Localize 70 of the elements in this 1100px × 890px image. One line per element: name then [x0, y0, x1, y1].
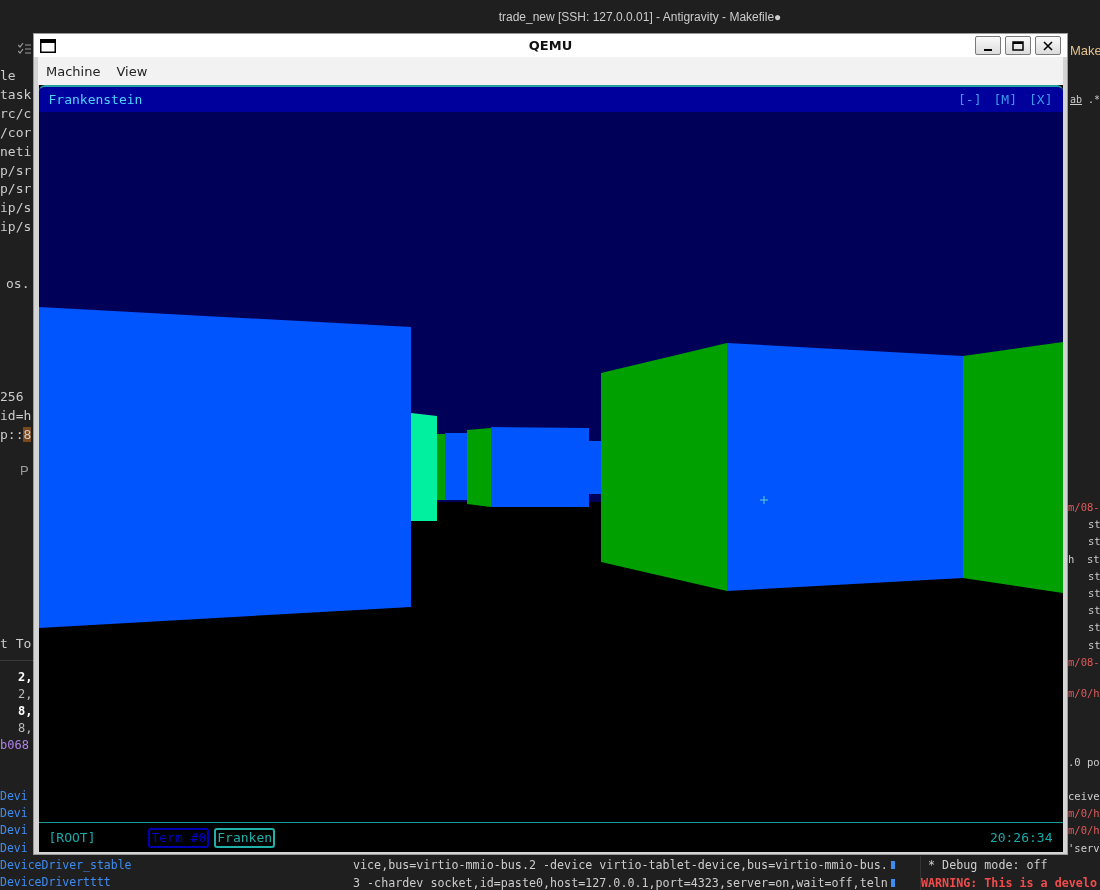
code-text: ceive — [1068, 789, 1100, 804]
code-text: /cor — [0, 123, 32, 142]
code-text: 8, — [18, 703, 33, 720]
window-title: QEMU — [528, 38, 573, 53]
code-text: ip/s — [0, 218, 32, 237]
code-text: neti — [0, 142, 32, 161]
code-text: st — [1087, 568, 1100, 584]
code-text: Devi — [0, 822, 28, 840]
code-text: id=h — [0, 406, 32, 425]
scroll-marker-icon — [890, 879, 895, 887]
clock: 20:26:34 — [989, 830, 1053, 845]
code-text: p/sr — [0, 161, 32, 180]
code-text: st — [1087, 603, 1100, 619]
terminal-line: WARNING: This is a develo — [921, 875, 1097, 890]
code-text: 'serv — [1068, 840, 1100, 856]
code-text: Devi — [0, 839, 28, 857]
code-text: st — [1087, 620, 1100, 636]
guest-window-control[interactable]: [M] — [993, 92, 1017, 107]
minimize-button[interactable] — [975, 36, 1001, 55]
window-icon — [40, 38, 56, 53]
code-text: ip/s — [0, 199, 32, 218]
code-text: 256 — [0, 388, 24, 406]
terminal-line: vice,bus=virtio-mmio-bus.2 -device virtio-tablet-device,bus=virtio-mmio-bus. — [353, 857, 888, 874]
panel-tab[interactable]: P — [20, 462, 29, 481]
close-icon — [1043, 40, 1053, 51]
code-text: task — [0, 85, 32, 104]
code-text: os. — [6, 275, 30, 293]
window-title: trade_new [SSH: 127.0.0.01] - Antigravity - Makefile● — [498, 9, 782, 24]
search-option[interactable]: .* — [1088, 94, 1100, 105]
code-text: m/0/h — [1068, 806, 1100, 822]
code-text: b068 — [0, 737, 29, 754]
menu-item[interactable]: Machine — [46, 63, 101, 79]
code-text: st — [1087, 517, 1100, 533]
guest-window-control[interactable]: [X] — [1029, 92, 1053, 107]
maximize-icon — [1012, 40, 1024, 51]
terminal-line: * Debug mode: off — [927, 857, 1048, 874]
code-text: st — [1087, 586, 1100, 601]
code-text: le — [0, 67, 16, 85]
code-text: t To — [0, 635, 32, 653]
maximize-button[interactable] — [1005, 36, 1031, 55]
code-text: m/08- — [1068, 654, 1100, 670]
code-text: p/sr — [0, 180, 32, 199]
code-text: .0 po — [1068, 755, 1100, 770]
terminal-line: 3 -chardev socket,id=paste0,host=127.0.0.1,port=4323,server=on,wait=off,teln — [353, 875, 888, 890]
code-text: 2, — [18, 669, 33, 686]
code-text: st — [1087, 637, 1100, 653]
code-text: h st — [1068, 551, 1100, 567]
code-text: st — [1087, 534, 1100, 550]
code-text: m/0/h — [1068, 686, 1100, 701]
code-text: m/0/h — [1068, 823, 1100, 839]
code-text: m/08- — [1068, 500, 1100, 515]
crosshair-icon — [759, 495, 768, 505]
code-text: DeviceDriver_stable — [0, 856, 132, 874]
code-text: Devi — [0, 805, 28, 823]
close-button[interactable] — [1035, 36, 1061, 55]
search-option[interactable]: ab — [1070, 94, 1083, 105]
minimize-icon — [984, 48, 992, 51]
guest-window-title: Frankenstein — [48, 92, 143, 107]
code-text: DeviceDrivertttt — [0, 874, 111, 890]
code-text: p::8 — [0, 425, 32, 444]
menu-item[interactable]: View — [116, 63, 148, 79]
code-text: rc/c — [0, 104, 32, 123]
code-text: 2, — [18, 686, 33, 703]
status-label: [ROOT] — [48, 830, 96, 845]
scroll-marker-icon — [890, 861, 895, 869]
guest-window-control[interactable]: [-] — [958, 92, 982, 107]
terminal-tab[interactable]: Franken — [214, 827, 276, 848]
code-text: Devi — [0, 788, 28, 805]
code-text: 8, — [18, 720, 33, 737]
checklist-icon[interactable] — [18, 43, 31, 55]
